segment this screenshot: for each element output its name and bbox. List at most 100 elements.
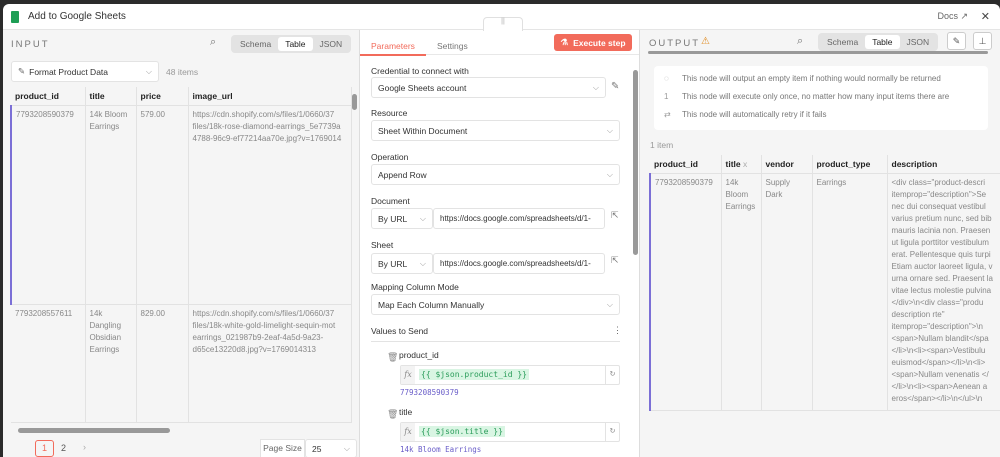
- cell: 7793208590379: [649, 173, 722, 411]
- credential-value: Google Sheets account: [378, 82, 467, 93]
- page-1-button[interactable]: 1: [35, 440, 54, 457]
- chevron-down-icon: ⌵: [606, 169, 613, 179]
- expression-input[interactable]: fx {{ $json.product_id }} ↻: [400, 365, 620, 385]
- expression-input[interactable]: fx {{ $json.title }} ↻: [400, 422, 620, 442]
- resource-label: Resource: [371, 108, 408, 118]
- document-label: Document: [371, 196, 410, 206]
- column-header[interactable]: vendor: [761, 155, 813, 174]
- column-header[interactable]: description: [887, 155, 1000, 174]
- pin-icon[interactable]: ⊥: [973, 32, 992, 50]
- output-panel: OUTPUT ⚠ ⌕ Schema Table JSON ✎ ⊥ ◌ This n…: [640, 30, 1000, 457]
- column-header[interactable]: product_id: [11, 87, 86, 106]
- operation-value: Append Row: [378, 169, 427, 180]
- open-expression-icon[interactable]: ↻: [605, 366, 619, 384]
- view-table[interactable]: Table: [865, 35, 900, 49]
- chevron-down-icon: ⌵: [606, 125, 613, 135]
- next-page-icon[interactable]: ›: [83, 442, 86, 452]
- cell: 14k Dangling Obsidian Earrings: [85, 304, 137, 423]
- sheet-mode-select[interactable]: By URL ⌵: [371, 253, 433, 274]
- note: 1 This node will execute only once, no ma…: [664, 92, 949, 101]
- table-row[interactable]: 7793208590379 14k Bloom Earrings 579.00 htt…: [10, 105, 352, 305]
- cell: 579.00: [136, 105, 189, 305]
- note-text: This node will output an empty item if n…: [682, 74, 941, 83]
- input-view-toggle: Schema Table JSON: [231, 35, 352, 53]
- view-schema[interactable]: Schema: [820, 35, 865, 49]
- document-url-input[interactable]: https://docs.google.com/spreadsheets/d/1…: [433, 208, 605, 229]
- view-table[interactable]: Table: [278, 37, 313, 51]
- table-row[interactable]: 7793208557611 14k Dangling Obsidian Earri…: [11, 304, 352, 423]
- view-schema[interactable]: Schema: [233, 37, 278, 51]
- vertical-scrollbar[interactable]: [633, 70, 638, 255]
- open-expression-icon[interactable]: ↻: [605, 423, 619, 441]
- search-icon[interactable]: ⌕: [210, 36, 216, 49]
- edit-credential-icon[interactable]: ✎: [611, 81, 619, 92]
- input-title: INPUT: [11, 39, 50, 50]
- input-node-select[interactable]: ✎ Format Product Data ⌵: [11, 61, 159, 82]
- close-icon[interactable]: ✕: [981, 10, 990, 23]
- external-link-icon[interactable]: ⇱: [611, 255, 619, 266]
- modal-title: Add to Google Sheets: [28, 11, 126, 22]
- cell: <div class="product-descri itemprop="des…: [887, 173, 1000, 411]
- mapping-select[interactable]: Map Each Column Manually ⌵: [371, 294, 620, 315]
- output-view-toggle: Schema Table JSON: [818, 33, 939, 51]
- table-row[interactable]: 7793208590379 14k Bloom Earrings Supply Da…: [649, 173, 1000, 411]
- column-header[interactable]: title: [85, 87, 137, 106]
- credential-select[interactable]: Google Sheets account ⌵: [371, 77, 606, 98]
- pencil-icon: ✎: [18, 66, 26, 76]
- chevron-down-icon: ⌵: [419, 258, 426, 268]
- execute-step-button[interactable]: ⚗ Execute step: [554, 34, 632, 51]
- fx-icon: fx: [401, 366, 415, 384]
- page-size-select[interactable]: 25 ⌵: [305, 439, 357, 457]
- chevron-down-icon: ⌵: [419, 213, 426, 223]
- view-json[interactable]: JSON: [313, 37, 350, 51]
- page-size-value: 25: [312, 443, 322, 454]
- chevron-down-icon: ⌵: [606, 299, 613, 309]
- column-header[interactable]: price: [136, 87, 189, 106]
- cell: Earrings: [812, 173, 888, 411]
- external-link-icon[interactable]: ⇱: [611, 210, 619, 221]
- warning-icon[interactable]: ⚠: [701, 36, 710, 47]
- column-header[interactable]: title x: [721, 155, 762, 174]
- input-panel: INPUT ⌕ Schema Table JSON ✎ Format Produ…: [3, 30, 360, 457]
- page-size-label: Page Size: [260, 439, 305, 457]
- document-mode-select[interactable]: By URL ⌵: [371, 208, 433, 229]
- tab-settings[interactable]: Settings: [437, 41, 468, 51]
- google-sheets-icon: [11, 10, 19, 23]
- search-icon[interactable]: ⌕: [797, 35, 803, 48]
- horizontal-scrollbar[interactable]: [18, 428, 170, 433]
- chevron-down-icon: ⌵: [343, 443, 350, 453]
- view-json[interactable]: JSON: [900, 35, 937, 49]
- resource-value: Sheet Within Document: [378, 125, 468, 136]
- drag-handle[interactable]: ||: [483, 17, 523, 31]
- mapping-label: Mapping Column Mode: [371, 282, 459, 292]
- column-header[interactable]: product_id: [650, 155, 722, 174]
- vertical-scrollbar[interactable]: [352, 94, 357, 110]
- tab-parameters[interactable]: Parameters: [371, 41, 415, 51]
- operation-select[interactable]: Append Row ⌵: [371, 164, 620, 185]
- document-mode-value: By URL: [378, 213, 408, 224]
- column-header[interactable]: product_type: [812, 155, 888, 174]
- output-item-count: 1 item: [650, 140, 674, 150]
- cell: https://cdn.shopify.com/s/files/1/0660/3…: [188, 304, 352, 423]
- page-2-button[interactable]: 2: [61, 443, 66, 453]
- expression-result: 14k Bloom Earrings: [400, 445, 482, 454]
- column-header-label: title: [725, 159, 741, 169]
- field-name: product_id: [399, 350, 439, 360]
- horizontal-scrollbar[interactable]: [648, 51, 988, 54]
- trash-icon[interactable]: 🗑: [387, 409, 398, 420]
- trash-icon[interactable]: 🗑: [387, 352, 398, 363]
- execute-step-label: Execute step: [573, 37, 626, 48]
- chevron-down-icon: ⌵: [592, 82, 599, 92]
- edit-output-icon[interactable]: ✎: [947, 32, 966, 50]
- node-modal: Add to Google Sheets Docs ↗ ✕ || INPUT ⌕…: [3, 4, 1000, 457]
- column-header[interactable]: image_url: [188, 87, 352, 106]
- resource-select[interactable]: Sheet Within Document ⌵: [371, 120, 620, 141]
- chevron-down-icon: ⌵: [145, 66, 152, 76]
- expression-value: {{ $json.product_id }}: [419, 369, 529, 380]
- more-options-icon[interactable]: ⋮: [613, 325, 622, 336]
- remove-column-icon[interactable]: x: [743, 159, 747, 169]
- sheet-url-input[interactable]: https://docs.google.com/spreadsheets/d/1…: [433, 253, 605, 274]
- docs-link[interactable]: Docs ↗: [937, 11, 968, 22]
- output-table: product_id title x vendor product_type descr…: [649, 155, 1000, 411]
- cell: 7793208557611: [11, 304, 86, 423]
